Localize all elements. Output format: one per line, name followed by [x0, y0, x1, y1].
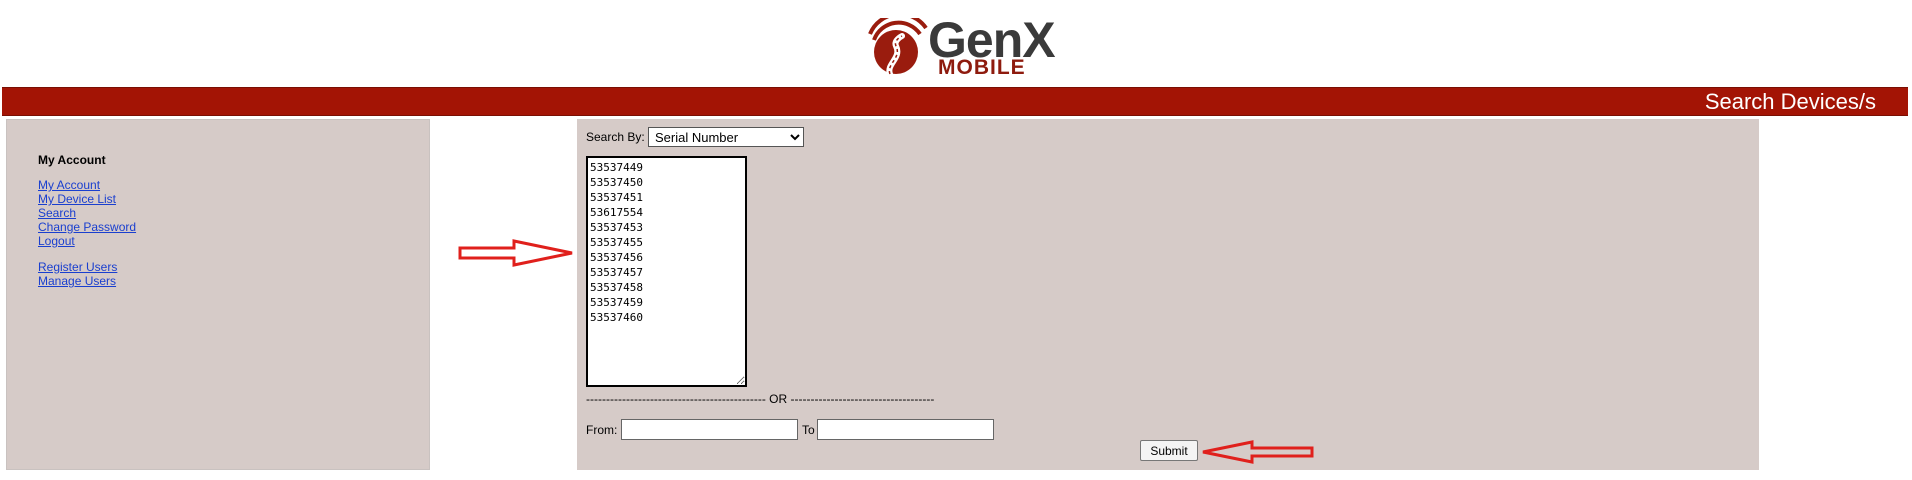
sidebar-link-search[interactable]: Search — [38, 206, 136, 220]
sidebar-links-admin: Register Users Manage Users — [38, 260, 117, 288]
sidebar-heading: My Account — [38, 153, 106, 167]
genx-mobile-logo: GenX MOBILE — [868, 14, 1056, 79]
sidebar-link-my-device-list[interactable]: My Device List — [38, 192, 136, 206]
to-input[interactable] — [817, 419, 994, 440]
serial-numbers-textarea[interactable]: 53537449 53537450 53537451 53617554 5353… — [586, 156, 747, 387]
or-divider: ----------------------------------------… — [586, 392, 935, 406]
sidebar: My Account My Account My Device List Sea… — [6, 119, 430, 470]
red-arrow-icon — [458, 239, 573, 267]
sidebar-link-manage-users[interactable]: Manage Users — [38, 274, 117, 288]
logo-subtitle: MOBILE — [938, 56, 1026, 79]
sidebar-link-change-password[interactable]: Change Password — [38, 220, 136, 234]
sidebar-link-register-users[interactable]: Register Users — [38, 260, 117, 274]
road-signal-logo-icon — [868, 18, 928, 77]
to-label: To — [802, 423, 815, 437]
sidebar-links-primary: My Account My Device List Search Change … — [38, 178, 136, 248]
red-arrow-icon — [1202, 440, 1314, 464]
search-by-select[interactable]: Serial Number — [648, 127, 804, 147]
from-label: From: — [586, 423, 618, 437]
submit-button[interactable]: Submit — [1140, 440, 1198, 461]
search-by-label: Search By: — [586, 130, 645, 144]
search-panel: Search By: Serial Number 53537449 535374… — [577, 119, 1759, 470]
sidebar-link-my-account[interactable]: My Account — [38, 178, 136, 192]
sidebar-link-logout[interactable]: Logout — [38, 234, 136, 248]
from-input[interactable] — [621, 419, 798, 440]
page-title: Search Devices/s — [1704, 89, 1876, 114]
header-bar: Search Devices/s — [2, 87, 1908, 116]
